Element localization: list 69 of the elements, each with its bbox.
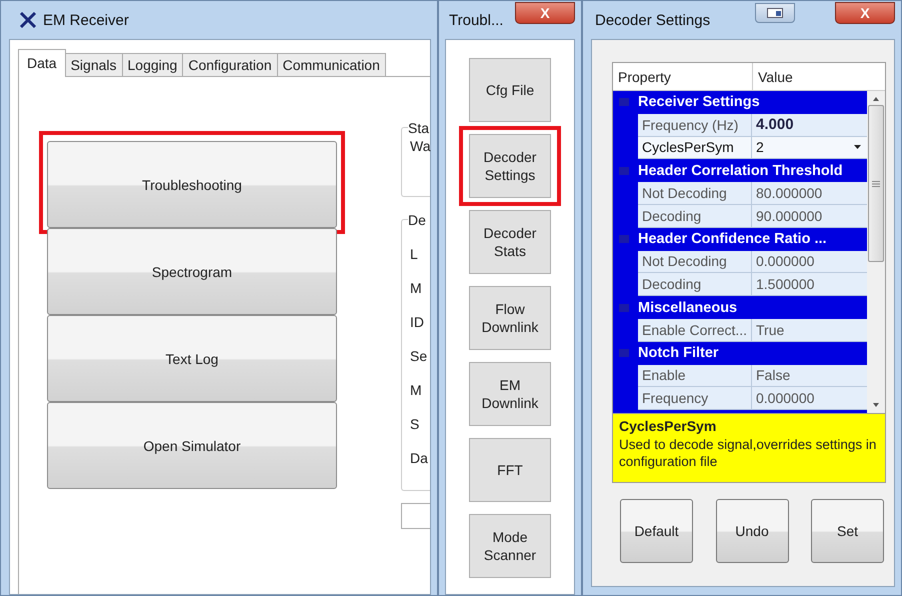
tool-button[interactable]: Flow Downlink [469,286,551,350]
grip-icon [872,180,880,186]
tool-button[interactable]: FFT [469,438,551,502]
action-button[interactable]: Text Log [47,315,337,402]
category-row[interactable]: Miscellaneous [613,296,867,319]
input-field[interactable] [401,503,430,529]
field-label: S [410,416,420,432]
field-label: Wa [410,138,430,154]
group-label: De [408,212,430,228]
scroll-up-icon[interactable] [873,97,879,101]
property-value[interactable]: False [752,364,867,388]
property-value[interactable]: 2 [752,136,867,160]
dialog-button[interactable]: Default [620,499,693,563]
column-header: Value [757,68,793,86]
window-title: Troubl... [449,12,504,28]
field-label: Da [410,450,429,466]
property-value[interactable]: 1.500000 [752,273,867,296]
dialog-button[interactable]: Set [811,499,884,563]
close-button[interactable]: X [515,2,575,24]
tool-button[interactable]: Decoder Settings [469,134,551,198]
field-label: M [410,280,423,296]
window-title: Decoder Settings [595,12,712,28]
property-name[interactable]: Decoding [638,273,752,296]
help-title: CyclesPerSym [619,418,718,434]
property-name[interactable]: Frequency (Hz) [638,114,752,137]
property-value[interactable]: 0.000000 [752,250,867,274]
category-row[interactable]: Header Correlation Threshold [613,159,867,182]
property-name[interactable]: Enable Correct... [638,318,752,342]
property-value[interactable]: 0.000000 [752,387,867,410]
tool-button[interactable]: Decoder Stats [469,210,551,274]
property-value[interactable]: 90.000000 [752,204,867,228]
scroll-down-icon[interactable] [873,403,879,407]
property-value[interactable]: True [752,318,867,342]
tab[interactable]: Signals [64,53,122,76]
tool-button[interactable]: Mode Scanner [469,514,551,578]
category-row[interactable]: Receiver Settings [613,91,867,114]
field-label: L [410,246,419,262]
category-row[interactable]: Notch Filter [613,342,867,365]
property-name[interactable]: CyclesPerSym [638,136,752,160]
column-header: Property [613,63,753,90]
property-name[interactable]: Decoding [638,204,752,228]
action-button[interactable]: Troubleshooting [47,141,337,228]
action-button[interactable]: Open Simulator [47,402,337,489]
tool-button[interactable]: Cfg File [469,58,551,122]
action-button[interactable]: Spectrogram [47,228,337,315]
tab[interactable]: Configuration [182,53,278,76]
window-title: EM Receiver [43,12,129,28]
property-value[interactable]: 4.000 [752,114,867,137]
property-value[interactable]: 80.000000 [752,182,867,205]
close-button[interactable]: X [835,2,895,24]
property-name[interactable]: Not Decoding [638,250,752,274]
field-label: Se [410,348,428,364]
group-label: Sta [408,120,430,136]
category-row[interactable]: Header Confidence Ratio ... [613,228,867,251]
tab[interactable]: Logging [122,53,184,76]
property-name[interactable]: Frequency [638,387,752,410]
help-text: Used to decode signal,overrides settings in configuration file [619,436,878,470]
tab[interactable]: Data [18,49,66,77]
field-label: M [410,382,423,398]
dialog-button[interactable]: Undo [716,499,788,563]
restore-button[interactable] [755,3,795,23]
property-name[interactable]: Not Decoding [638,182,752,205]
window-icon [767,8,783,18]
field-label: ID [410,314,425,330]
x-logo-icon [19,12,37,28]
tool-button[interactable]: EM Downlink [469,362,551,426]
property-name[interactable]: Enable [638,364,752,388]
tab[interactable]: Communication [276,53,386,76]
dropdown-arrow-icon[interactable] [854,145,861,150]
